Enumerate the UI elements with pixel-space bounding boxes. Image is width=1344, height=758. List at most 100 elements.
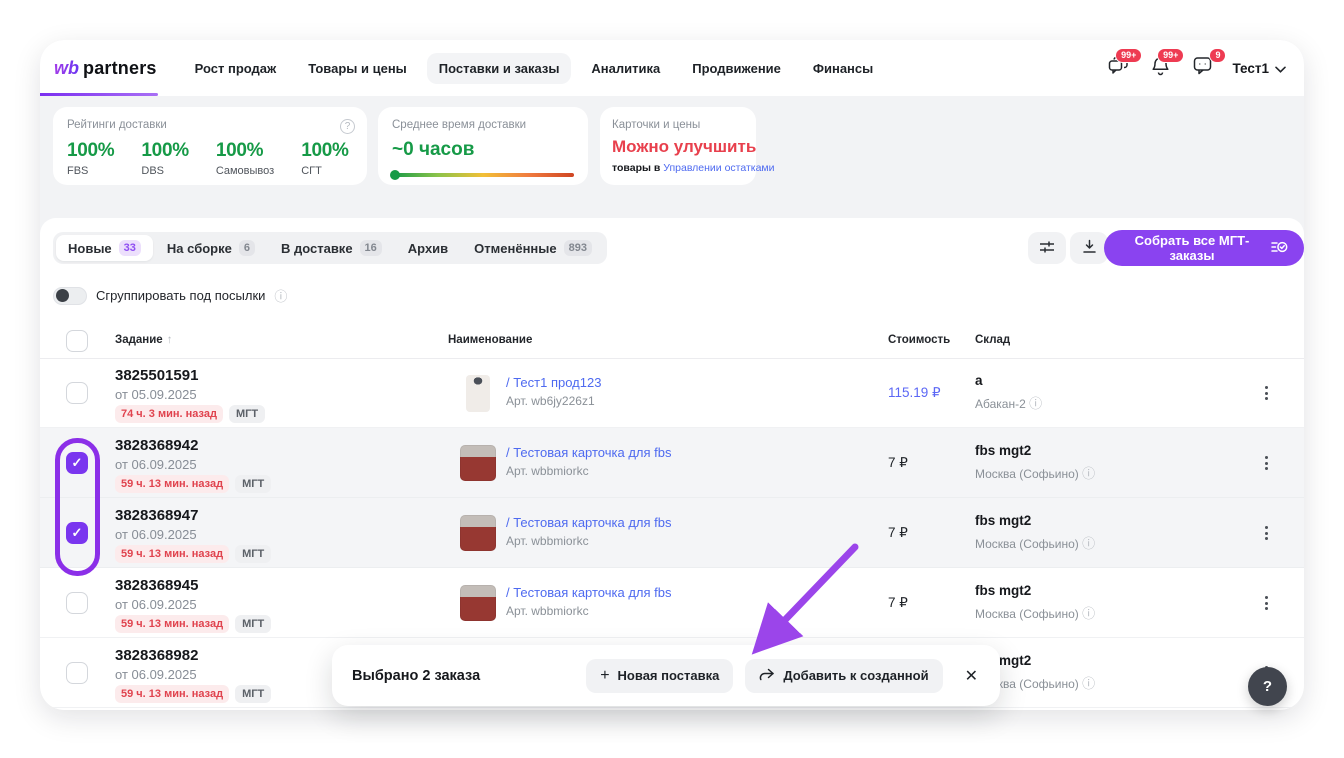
filters-button[interactable] [1028, 232, 1066, 264]
avg-delivery-time-card: Среднее время доставки ~0 часов [378, 107, 588, 185]
row-menu-button[interactable] [1256, 453, 1276, 473]
product-link[interactable]: / Тест1 прод123 [506, 375, 601, 390]
info-icon[interactable]: ⓘ [1082, 536, 1095, 551]
nav-item-promotion[interactable]: Продвижение [680, 53, 793, 84]
rating-dbs: 100% DBS [141, 140, 188, 177]
avg-time-value: ~0 часов [392, 139, 574, 161]
help-icon[interactable]: ? [340, 119, 355, 134]
info-icon[interactable]: ⓘ [274, 286, 287, 305]
column-task[interactable]: Задание↑ [115, 334, 172, 346]
group-parcels-toggle[interactable] [53, 287, 87, 305]
warehouse-name: fbs mgt2 [975, 443, 1031, 458]
new-supply-label: Новая поставка [618, 668, 720, 683]
row-checkbox[interactable]: ✓ [66, 662, 88, 684]
tab-label: Архив [408, 241, 448, 256]
tab-count: 16 [360, 240, 382, 256]
new-supply-button[interactable]: + Новая поставка [586, 659, 733, 693]
close-button[interactable]: ✕ [959, 660, 984, 692]
help-fab-button[interactable]: ? [1248, 667, 1287, 706]
product-sku: Арт. wbbmiorkc [506, 604, 589, 618]
column-warehouse: Склад [975, 334, 1010, 346]
row-checkbox[interactable]: ✓ [66, 522, 88, 544]
tab-count: 893 [564, 240, 592, 256]
order-id: 3828368942 [115, 437, 198, 454]
product-link[interactable]: / Тестовая карточка для fbs [506, 445, 672, 460]
nav-item-supplies-orders[interactable]: Поставки и заказы [427, 53, 572, 84]
order-date: от 06.09.2025 [115, 667, 197, 682]
chat-button[interactable]: 99+ [1106, 56, 1130, 80]
table-row[interactable]: ✓ 3825501591 от 05.09.2025 74 ч. 3 мин. … [40, 358, 1304, 428]
add-to-created-label: Добавить к созданной [783, 668, 928, 683]
table-row[interactable]: ✓ 3828368947 от 06.09.2025 59 ч. 13 мин.… [40, 498, 1304, 568]
product-sku: Арт. wb6jy226z1 [506, 394, 595, 408]
logo-partners: partners [83, 58, 157, 79]
order-date: от 06.09.2025 [115, 457, 197, 472]
group-parcels-label: Сгруппировать под посылки [96, 288, 265, 303]
nav-item-analytics[interactable]: Аналитика [579, 53, 672, 84]
stock-management-link[interactable]: Управлении остатками [663, 162, 774, 174]
product-image [466, 375, 490, 412]
top-navbar: wb partners Рост продаж Товары и цены По… [40, 40, 1304, 96]
tab-new[interactable]: Новые 33 [56, 235, 153, 261]
add-to-created-button[interactable]: Добавить к созданной [745, 659, 942, 693]
nav-item-goods-prices[interactable]: Товары и цены [296, 53, 419, 84]
product-link[interactable]: / Тестовая карточка для fbs [506, 515, 672, 530]
order-price: 7 ₽ [888, 595, 908, 611]
rating-label: СГТ [301, 165, 348, 177]
scale-marker [390, 170, 400, 180]
account-name: Тест1 [1232, 61, 1269, 76]
nav-item-finance[interactable]: Финансы [801, 53, 885, 84]
tab-label: Отменённые [474, 241, 556, 256]
product-image [460, 585, 496, 621]
warehouse-name: fbs mgt2 [975, 513, 1031, 528]
product-link[interactable]: / Тестовая карточка для fbs [506, 585, 672, 600]
chat-badge: 99+ [1115, 48, 1142, 63]
download-button[interactable] [1070, 232, 1108, 264]
row-menu-button[interactable] [1256, 383, 1276, 403]
nav-item-sales-growth[interactable]: Рост продаж [183, 53, 289, 84]
orders-panel: Новые 33 На сборке 6 В доставке 16 Архив… [40, 218, 1304, 710]
select-all-checkbox[interactable]: ✓ [66, 330, 88, 352]
avg-time-title: Среднее время доставки [392, 119, 574, 131]
row-checkbox[interactable]: ✓ [66, 592, 88, 614]
tab-cancelled[interactable]: Отменённые 893 [462, 235, 604, 261]
mgt-badge: МГТ [229, 405, 265, 423]
tab-archive[interactable]: Архив [396, 235, 460, 261]
logo[interactable]: wb partners [54, 58, 157, 79]
info-icon[interactable]: ⓘ [1082, 676, 1095, 691]
info-icon[interactable]: ⓘ [1029, 396, 1042, 411]
row-checkbox[interactable]: ✓ [66, 382, 88, 404]
table-row[interactable]: ✓ 3828368945 от 06.09.2025 59 ч. 13 мин.… [40, 568, 1304, 638]
subtext-prefix: товары в [612, 162, 660, 174]
delivery-ratings-title: Рейтинги доставки [67, 119, 353, 131]
table-row[interactable]: ✓ 3828368942 от 06.09.2025 59 ч. 13 мин.… [40, 428, 1304, 498]
check-icon: ✓ [72, 525, 83, 541]
tab-assembling[interactable]: На сборке 6 [155, 235, 267, 261]
row-menu-button[interactable] [1256, 593, 1276, 613]
rating-label: DBS [141, 165, 188, 177]
notifications-button[interactable]: 99+ [1148, 56, 1172, 80]
feedback-bubble-icon [1193, 56, 1212, 80]
check-icon: ✓ [72, 455, 83, 471]
plus-icon: + [600, 668, 609, 684]
rating-value: 100% [141, 140, 188, 162]
feedback-button[interactable]: 9 [1190, 56, 1214, 80]
order-id: 3828368947 [115, 507, 198, 524]
order-date: от 05.09.2025 [115, 387, 197, 402]
toggle-knob [56, 289, 69, 302]
row-menu-button[interactable] [1256, 523, 1276, 543]
collect-mgt-orders-button[interactable]: Собрать все МГТ-заказы [1104, 230, 1304, 266]
chevron-down-icon [1275, 61, 1286, 76]
info-icon[interactable]: ⓘ [1082, 466, 1095, 481]
mgt-list-check-icon [1271, 240, 1288, 257]
row-checkbox[interactable]: ✓ [66, 452, 88, 474]
product-image [460, 515, 496, 551]
table-header: ✓ Задание↑ Наименование Стоимость Склад [40, 326, 1304, 358]
info-icon[interactable]: ⓘ [1082, 606, 1095, 621]
rating-value: 100% [216, 140, 274, 162]
account-menu[interactable]: Тест1 [1232, 61, 1286, 76]
tab-in-delivery[interactable]: В доставке 16 [269, 235, 394, 261]
rating-label: FBS [67, 165, 114, 177]
warehouse-name: fbs mgt2 [975, 583, 1031, 598]
tab-label: В доставке [281, 241, 353, 256]
